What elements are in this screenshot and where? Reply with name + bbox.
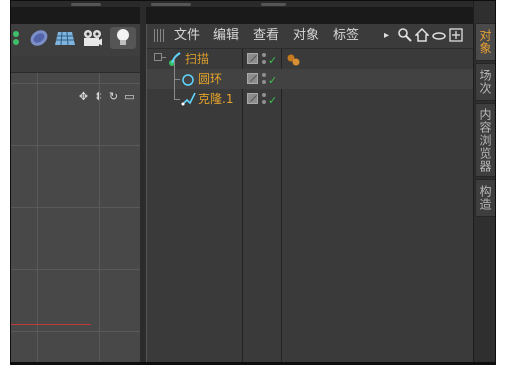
- app-window: ✥ ⬍ ↻ ▭ 文件 编辑 查看 对象 标签 ▸: [10, 0, 496, 365]
- light-bulb-icon[interactable]: [110, 27, 136, 49]
- object-tree[interactable]: 扫描 ✓ 圆环 ✓ 克隆.1 ✓: [147, 49, 474, 362]
- search-icon[interactable]: [398, 28, 412, 47]
- list-item[interactable]: 克隆.1 ✓: [147, 79, 474, 111]
- menu-edit[interactable]: 编辑: [213, 27, 239, 45]
- home-icon[interactable]: [414, 27, 430, 47]
- object-toolbar: [11, 24, 140, 57]
- tab-objects[interactable]: 对象: [475, 23, 495, 61]
- render-dots[interactable]: [262, 73, 266, 85]
- render-dots[interactable]: [262, 53, 266, 65]
- menu-view[interactable]: 查看: [253, 27, 279, 45]
- spline-pen-icon[interactable]: [11, 27, 27, 49]
- expand-arrow-icon[interactable]: ▸: [384, 28, 389, 44]
- menu-objects[interactable]: 对象: [293, 27, 319, 45]
- floor-grid-icon[interactable]: [53, 27, 75, 49]
- x-axis-line: [11, 324, 91, 325]
- menu-file[interactable]: 文件: [174, 27, 200, 45]
- viewport-header: ✥ ⬍ ↻ ▭: [11, 56, 140, 103]
- tab-content-browser[interactable]: 内容浏览器: [475, 103, 495, 177]
- enabled-check-icon[interactable]: ✓: [268, 95, 277, 107]
- tab-structure[interactable]: 构造: [475, 179, 495, 217]
- camera-icon[interactable]: [80, 27, 102, 49]
- sweep-icon: [168, 51, 182, 71]
- object-manager: 文件 编辑 查看 对象 标签 ▸ 扫描 ✓ 圆环 ✓ 克隆.1 ✓: [146, 24, 474, 362]
- viewport-grid[interactable]: [11, 73, 140, 362]
- visibility-toggle[interactable]: [247, 93, 258, 104]
- visibility-toggle[interactable]: [247, 73, 258, 84]
- deformer-icon[interactable]: [28, 27, 50, 49]
- render-dots[interactable]: [262, 93, 266, 105]
- tab-takes[interactable]: 场次: [475, 63, 495, 101]
- viewport-panel[interactable]: ✥ ⬍ ↻ ▭: [11, 24, 140, 362]
- menu-tags[interactable]: 标签: [333, 27, 359, 45]
- list-item[interactable]: 扫描 ✓: [147, 49, 474, 69]
- new-window-icon[interactable]: [449, 28, 463, 47]
- visibility-toggle[interactable]: [247, 53, 258, 64]
- object-name-clone[interactable]: 克隆.1: [198, 91, 233, 107]
- enabled-check-icon[interactable]: ✓: [268, 75, 277, 87]
- object-manager-menubar: 文件 编辑 查看 对象 标签 ▸: [147, 24, 474, 49]
- panel-grip-icon[interactable]: [154, 29, 166, 42]
- enabled-check-icon[interactable]: ✓: [268, 55, 277, 67]
- collapse-toggle-icon[interactable]: [154, 53, 162, 61]
- title-strip: [11, 1, 495, 7]
- link-icon[interactable]: [432, 28, 446, 47]
- object-name-circle[interactable]: 圆环: [198, 71, 222, 87]
- object-name-sweep[interactable]: 扫描: [185, 51, 209, 67]
- spline-icon: [181, 91, 197, 111]
- list-item[interactable]: 圆环 ✓: [147, 59, 474, 89]
- side-tab-strip: 对象 场次 内容浏览器 构造: [473, 1, 495, 362]
